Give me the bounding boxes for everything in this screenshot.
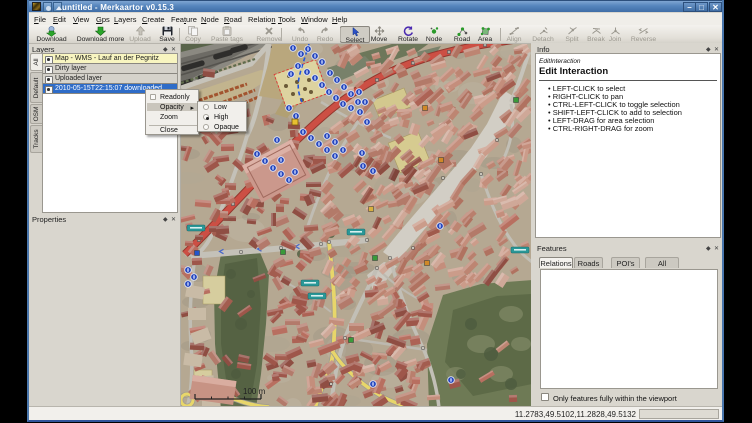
svg-text:100 m: 100 m xyxy=(243,387,266,396)
